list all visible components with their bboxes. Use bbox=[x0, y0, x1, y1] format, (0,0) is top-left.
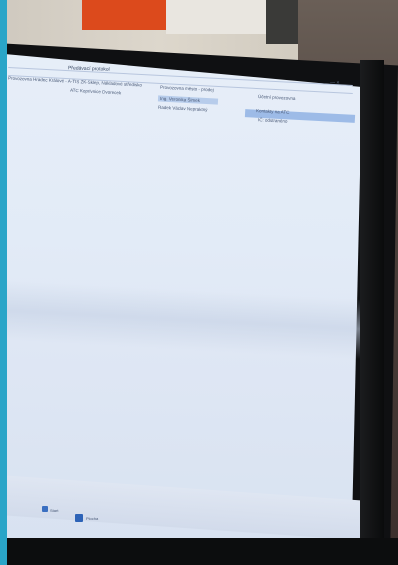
monitor-bezel-right bbox=[360, 60, 384, 565]
monitor-bezel-bottom bbox=[0, 538, 398, 565]
start-icon[interactable] bbox=[42, 506, 48, 512]
dark-pillar bbox=[266, 0, 298, 44]
app-icon[interactable] bbox=[75, 514, 83, 522]
orange-wall-panel bbox=[82, 0, 168, 30]
taskbar-item-1[interactable]: Start bbox=[50, 508, 58, 513]
taskbar-item-2[interactable]: Plocha bbox=[86, 516, 98, 521]
white-wall-panel bbox=[166, 0, 266, 34]
cyan-edge-strip bbox=[0, 0, 7, 565]
photo-scene: Předávací protokol — × Provozovna Hradec… bbox=[0, 0, 398, 565]
